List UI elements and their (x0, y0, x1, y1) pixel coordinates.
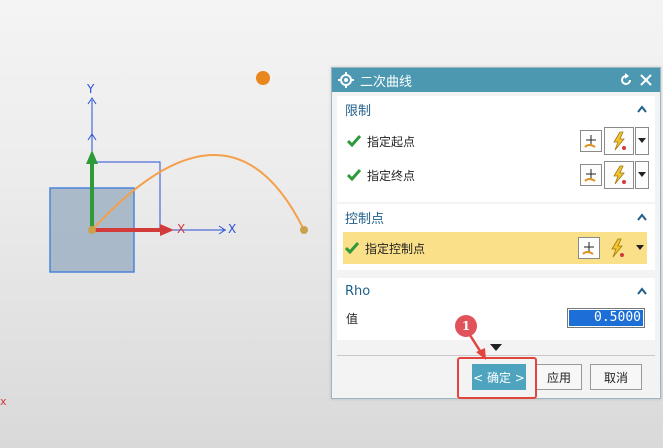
end-point-row[interactable]: 指定终点 (345, 160, 649, 190)
control-point-section: 控制点 指定控制点 (337, 204, 655, 270)
check-icon (345, 242, 359, 254)
point-dialog-button[interactable] (580, 164, 602, 186)
inferred-point-icon[interactable] (604, 127, 634, 155)
cancel-button-label: 取消 (603, 370, 628, 385)
collapse-icon[interactable] (637, 213, 647, 221)
reset-icon[interactable] (618, 72, 634, 88)
dialog-title: 二次曲线 (360, 74, 413, 90)
check-icon (347, 169, 361, 181)
check-icon (347, 135, 361, 147)
control-point-label: 指定控制点 (365, 241, 426, 256)
limits-section: 限制 指定起点 指定终点 (337, 96, 655, 202)
step-badge: 1 (455, 315, 477, 337)
chevron-down-icon[interactable] (633, 234, 647, 262)
chevron-down-icon[interactable] (635, 127, 649, 155)
chevron-down-icon[interactable] (635, 161, 649, 189)
y-axis-label: Y (87, 82, 95, 96)
rho-value-text: 0.5000 (569, 310, 643, 326)
apply-button-label: 应用 (546, 370, 571, 385)
start-point-row[interactable]: 指定起点 (345, 126, 649, 156)
inferred-point-icon[interactable] (602, 234, 632, 262)
x-axis-label-red: X (177, 222, 186, 236)
rho-value-label: 值 (346, 312, 359, 326)
apply-button[interactable]: 应用 (536, 364, 582, 390)
control-point-row[interactable]: 指定控制点 (343, 232, 647, 264)
gear-icon[interactable] (338, 72, 354, 88)
cancel-button[interactable]: 取消 (590, 364, 642, 390)
rho-header[interactable]: Rho (337, 278, 655, 304)
control-point-header[interactable]: 控制点 (337, 204, 655, 230)
point-dialog-button[interactable] (580, 130, 602, 152)
dialog-title-bar[interactable]: 二次曲线 (332, 68, 660, 92)
point-dialog-button[interactable] (578, 237, 600, 259)
end-point-label: 指定终点 (367, 168, 416, 183)
inferred-point-icon[interactable] (604, 161, 634, 189)
limits-header[interactable]: 限制 (337, 96, 655, 122)
close-icon[interactable] (638, 72, 654, 88)
rho-value-input[interactable]: 0.5000 (567, 308, 645, 328)
control-point-header-label: 控制点 (345, 211, 385, 227)
collapse-icon[interactable] (637, 105, 647, 113)
start-point-label: 指定起点 (367, 134, 416, 149)
rho-header-label: Rho (345, 283, 371, 299)
collapse-icon[interactable] (637, 287, 647, 295)
limits-header-label: 限制 (345, 103, 372, 119)
control-point-marker[interactable] (256, 71, 270, 85)
x-axis-label: X (228, 222, 237, 236)
corner-mark: x (0, 395, 7, 408)
